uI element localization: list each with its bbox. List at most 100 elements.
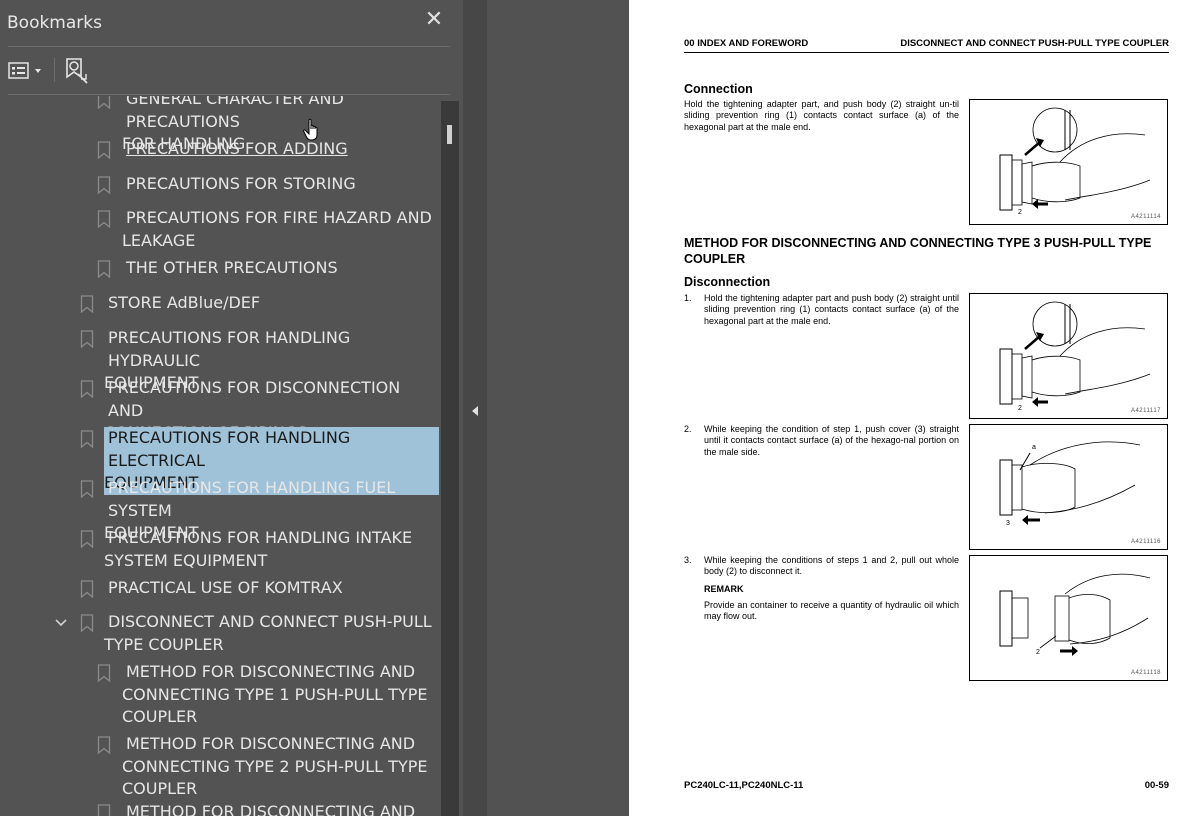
page-header-right: DISCONNECT AND CONNECT PUSH-PULL TYPE CO… xyxy=(900,38,1169,49)
bookmark-label: PRECAUTIONS FOR FIRE HAZARD AND xyxy=(126,208,432,227)
bookmark-label: CONNECTING TYPE 1 PUSH-PULL TYPE xyxy=(122,684,428,704)
bookmark-item[interactable]: PRECAUTIONS FOR ADDING xyxy=(97,138,439,161)
bookmark-label: PRECAUTIONS FOR HANDLING INTAKE xyxy=(108,528,413,547)
svg-text:2: 2 xyxy=(1036,649,1040,656)
find-bookmark-button[interactable] xyxy=(64,57,90,85)
toolbar-divider xyxy=(54,58,55,82)
bookmark-label: METHOD FOR DISCONNECTING AND xyxy=(126,734,416,753)
connection-text: Hold the tightening adapter part, and pu… xyxy=(684,99,959,132)
bookmark-tree: GENERAL CHARACTER AND PRECAUTIONS FOR HAN… xyxy=(0,96,441,816)
step3-text: While keeping the conditions of steps 1 … xyxy=(704,555,959,577)
page-number: 00-59 xyxy=(1144,780,1169,791)
bookmark-label: METHOD FOR DISCONNECTING AND xyxy=(126,802,416,816)
bookmark-ribbon-icon xyxy=(97,96,111,109)
find-bookmark-icon xyxy=(66,58,88,84)
figure-step1: 2 A4211117 xyxy=(969,293,1168,419)
svg-text:3: 3 xyxy=(1006,520,1010,527)
bookmark-ribbon-icon xyxy=(97,736,111,754)
panel-title: Bookmarks xyxy=(7,13,102,33)
step2-number: 2. xyxy=(684,424,692,434)
coupler-illustration: 2 xyxy=(999,573,1151,656)
figure-step2: a 3 A4211116 xyxy=(969,424,1168,550)
bookmark-label: STORE AdBlue/DEF xyxy=(108,293,261,312)
bookmark-item[interactable]: STORE AdBlue/DEF xyxy=(80,292,439,315)
step2-text: While keeping the condition of step 1, p… xyxy=(704,424,959,457)
figure-code: A4211117 xyxy=(1130,408,1161,414)
disconnection-heading: Disconnection xyxy=(684,275,771,289)
bookmarks-panel: Bookmarks ✕ GENERAL CHARACTER AND PRECAU… xyxy=(0,0,463,816)
divider xyxy=(8,94,450,95)
bookmark-label: PRECAUTIONS FOR HANDLING ELECTRICAL xyxy=(104,427,439,472)
bookmark-ribbon-icon xyxy=(80,480,94,498)
bookmark-item[interactable]: PRECAUTIONS FOR STORING xyxy=(97,173,439,196)
bookmark-ribbon-icon xyxy=(80,530,94,548)
collapse-panel-icon[interactable] xyxy=(470,404,480,418)
bookmark-ribbon-icon xyxy=(97,141,111,159)
page-header-left: 00 INDEX AND FOREWORD xyxy=(684,38,809,49)
bookmark-item[interactable]: THE OTHER PRECAUTIONS xyxy=(97,257,439,280)
bookmark-item[interactable]: PRACTICAL USE OF KOMTRAX xyxy=(80,577,439,600)
figure-code: A4211118 xyxy=(1130,670,1161,676)
bookmark-ribbon-icon xyxy=(97,804,111,816)
bookmark-label: METHOD FOR DISCONNECTING AND xyxy=(126,662,416,681)
bookmark-label: PRECAUTIONS FOR STORING xyxy=(126,174,356,193)
bookmark-item[interactable]: PRECAUTIONS FOR FIRE HAZARD AND LEAKAGE xyxy=(97,207,439,252)
bookmark-label: COUPLER xyxy=(122,779,198,798)
bookmark-label: PRECAUTIONS FOR HANDLING HYDRAULIC xyxy=(108,328,351,370)
bookmark-ribbon-icon xyxy=(80,380,94,398)
bookmark-label: THE OTHER PRECAUTIONS xyxy=(126,258,338,277)
bookmark-ribbon-icon xyxy=(80,330,94,348)
coupler-illustration: 2 xyxy=(999,301,1151,412)
bookmark-label: PRECAUTIONS FOR DISCONNECTION AND xyxy=(108,378,401,420)
divider xyxy=(8,46,450,47)
bookmark-ribbon-icon xyxy=(97,260,111,278)
bookmark-label: TYPE COUPLER xyxy=(104,634,224,654)
bookmark-ribbon-icon xyxy=(97,210,111,228)
bookmark-label: PRECAUTIONS FOR ADDING xyxy=(126,139,348,158)
bookmark-ribbon-icon xyxy=(97,176,111,194)
remark-text: Provide an container to receive a quanti… xyxy=(704,600,959,622)
hand-cursor-icon xyxy=(303,118,318,141)
bookmark-ribbon-icon xyxy=(97,664,111,682)
bookmark-ribbon-icon xyxy=(80,614,94,632)
bookmark-ribbon-icon xyxy=(80,580,94,598)
method3-heading: METHOD FOR DISCONNECTING AND CONNECTING … xyxy=(684,236,1152,266)
bookmark-label: CONNECTING TYPE 2 PUSH-PULL TYPE xyxy=(122,756,428,776)
bookmark-item[interactable]: PRECAUTIONS FOR HANDLING INTAKE SYSTEM EQ… xyxy=(80,527,439,572)
step3-number: 3. xyxy=(684,555,692,565)
bookmark-options-button[interactable] xyxy=(8,60,44,82)
page-footer-left: PC240LC-11,PC240NLC-11 xyxy=(684,780,804,791)
bookmark-label: PRACTICAL USE OF KOMTRAX xyxy=(108,578,343,597)
close-panel-button[interactable]: ✕ xyxy=(424,8,444,32)
bookmark-label: DISCONNECT AND CONNECT PUSH-PULL xyxy=(108,612,432,631)
bookmark-item[interactable]: METHOD FOR DISCONNECTING AND CONNECTING T… xyxy=(97,661,439,729)
step1-text: Hold the tightening adapter part and pus… xyxy=(704,293,959,326)
bookmark-label: SYSTEM EQUIPMENT xyxy=(104,550,268,570)
svg-text:a: a xyxy=(1032,444,1036,451)
bookmark-label: COUPLER xyxy=(122,707,198,726)
svg-text:2: 2 xyxy=(1018,405,1022,412)
remark-label: REMARK xyxy=(704,584,744,594)
svg-text:2: 2 xyxy=(1018,209,1022,216)
connection-heading: Connection xyxy=(684,82,753,96)
bookmark-options-icon xyxy=(8,62,41,79)
bookmark-label: GENERAL CHARACTER AND PRECAUTIONS xyxy=(126,96,344,131)
bookmark-item[interactable]: DISCONNECT AND CONNECT PUSH-PULL TYPE COU… xyxy=(55,611,439,656)
scrollbar[interactable] xyxy=(441,101,459,816)
bookmark-label: LEAKAGE xyxy=(122,230,196,250)
scrollbar-thumb[interactable] xyxy=(447,125,452,144)
figure-code: A4211116 xyxy=(1130,539,1161,545)
coupler-illustration: a 3 xyxy=(999,441,1141,527)
figure-step3: 2 A4211118 xyxy=(969,555,1168,681)
bookmark-item[interactable]: METHOD FOR DISCONNECTING AND xyxy=(97,801,439,816)
coupler-illustration: 2 xyxy=(999,107,1151,216)
bookmark-ribbon-icon xyxy=(80,430,94,448)
pdf-page: 00 INDEX AND FOREWORD DISCONNECT AND CON… xyxy=(629,0,1200,816)
header-rule xyxy=(684,52,1169,53)
step1-number: 1. xyxy=(684,293,692,303)
figure-connection: 2 A4211114 xyxy=(969,99,1168,225)
bookmark-label: PRECAUTIONS FOR HANDLING FUEL SYSTEM xyxy=(108,478,396,520)
chevron-down-icon[interactable] xyxy=(54,614,68,632)
bookmark-ribbon-icon xyxy=(80,295,94,313)
bookmark-item[interactable]: METHOD FOR DISCONNECTING AND CONNECTING T… xyxy=(97,733,439,801)
